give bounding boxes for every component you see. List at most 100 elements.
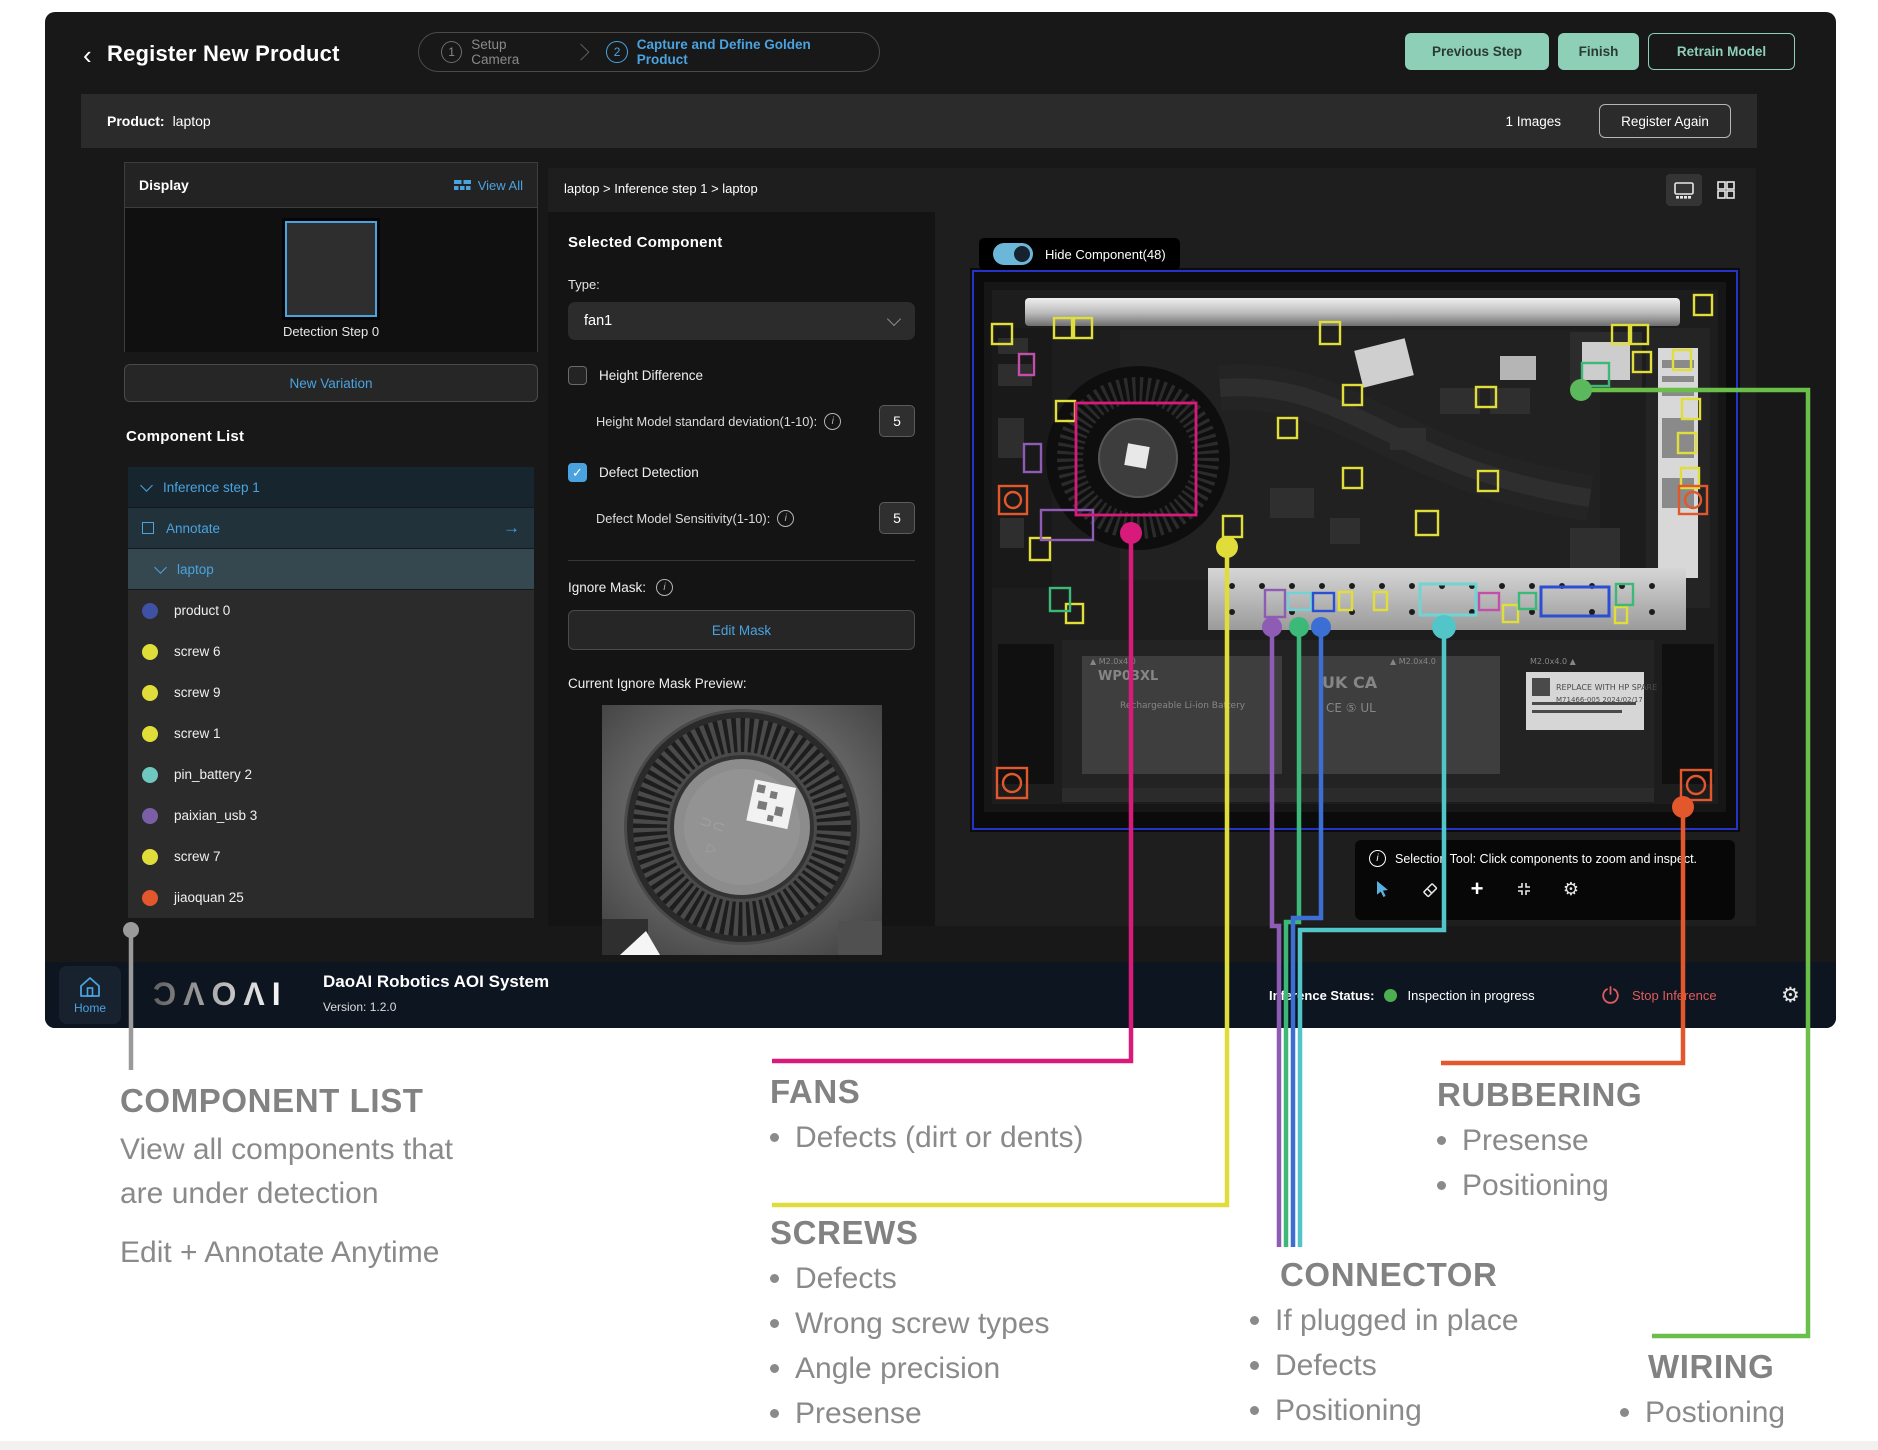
annotation-bullet: Presense: [770, 1391, 1050, 1436]
type-label: Type:: [568, 277, 915, 292]
step-capture-define[interactable]: 2 Capture and Define Golden Product: [606, 37, 857, 67]
info-icon[interactable]: i: [656, 579, 673, 596]
inference-status-value: Inspection in progress: [1407, 988, 1534, 1003]
annotation-line: are under detection: [120, 1172, 590, 1216]
grid-view-button[interactable]: [1708, 174, 1744, 206]
hide-component-label: Hide Component(48): [1045, 247, 1166, 262]
new-variation-button[interactable]: New Variation: [124, 364, 538, 402]
step-separator-chevron: [572, 44, 589, 61]
thumbnail-caption: Detection Step 0: [283, 324, 379, 339]
component-color-dot: [142, 767, 158, 783]
component-list-item[interactable]: jiaoquan 25: [128, 877, 534, 918]
annotation-extra-line: Edit + Annotate Anytime: [120, 1236, 590, 1270]
ignore-mask-label: Ignore Mask:: [568, 580, 646, 595]
annotation-component-list: COMPONENT LIST View all components thata…: [120, 1082, 590, 1270]
annotation-bullet: Defects (dirt or dents): [770, 1115, 1083, 1160]
annotation-rubbering: RUBBERING PresensePositioning: [1437, 1076, 1642, 1208]
hide-component-toggle[interactable]: [993, 243, 1033, 265]
step-setup-camera[interactable]: 1 Setup Camera: [441, 37, 555, 67]
register-again-button[interactable]: Register Again: [1599, 104, 1731, 138]
product-value: laptop: [173, 113, 211, 129]
component-list-item[interactable]: paixian_usb 3: [128, 795, 534, 836]
selected-component-panel: Selected Component Type: fan1 Height Dif…: [548, 212, 935, 926]
settings-gear-icon[interactable]: ⚙: [1781, 983, 1800, 1008]
defect-detection-checkbox[interactable]: ✓: [568, 463, 587, 482]
step-number-1: 1: [441, 41, 462, 63]
svg-text:M2.0x4.0 ▲: M2.0x4.0 ▲: [1530, 657, 1577, 666]
svg-text:CE ⑤ UL: CE ⑤ UL: [1326, 701, 1376, 715]
component-color-dot: [142, 849, 158, 865]
component-list-item[interactable]: screw 1: [128, 713, 534, 754]
image-viewer: Hide Component(48): [935, 212, 1756, 926]
single-view-button[interactable]: [1666, 174, 1702, 206]
defect-sensitivity-value-field[interactable]: 5: [879, 502, 915, 534]
cursor-tool-button[interactable]: [1373, 879, 1393, 899]
annotation-title: COMPONENT LIST: [120, 1082, 590, 1120]
annotation-bullet: Wrong screw types: [770, 1301, 1050, 1346]
system-version: Version: 1.2.0: [323, 1000, 396, 1014]
previous-step-button[interactable]: Previous Step: [1405, 33, 1549, 70]
component-color-dot: [142, 808, 158, 824]
edit-mask-button[interactable]: Edit Mask: [568, 610, 915, 650]
component-color-dot: [142, 603, 158, 619]
component-item-label: jiaoquan 25: [174, 890, 244, 905]
bullet-dot: [1620, 1408, 1629, 1417]
group-laptop-label: laptop: [177, 562, 214, 577]
step-indicator: 1 Setup Camera 2 Capture and Define Gold…: [418, 32, 880, 72]
bullet-dot: [1250, 1406, 1259, 1415]
retrain-model-button[interactable]: Retrain Model: [1648, 33, 1795, 70]
daoai-logo: ƆΛOΛI: [153, 976, 288, 1013]
home-icon: [78, 976, 102, 998]
component-list-item[interactable]: screw 7: [128, 836, 534, 877]
step-label-2: Capture and Define Golden Product: [637, 37, 857, 67]
height-difference-checkbox[interactable]: [568, 366, 587, 385]
info-icon: i: [1369, 850, 1386, 867]
bullet-dot: [1250, 1361, 1259, 1370]
component-color-dot: [142, 685, 158, 701]
component-list-item[interactable]: product 0: [128, 590, 534, 631]
viewer-settings-button[interactable]: ⚙: [1561, 879, 1581, 899]
collapse-arrows-icon: [1515, 880, 1533, 898]
back-chevron-icon[interactable]: ‹: [83, 42, 92, 68]
selection-tool-hint: Selection Tool: Click components to zoom…: [1395, 852, 1697, 866]
annotation-bullet: Positioning: [1250, 1388, 1519, 1433]
detection-step-thumbnail[interactable]: [285, 221, 377, 317]
bullet-dot: [770, 1274, 779, 1283]
svg-text:WP03XL: WP03XL: [1098, 669, 1158, 684]
height-std-value-field[interactable]: 5: [879, 405, 915, 437]
eraser-tool-button[interactable]: [1420, 879, 1440, 899]
component-item-label: screw 6: [174, 644, 221, 659]
chevron-down-icon: [887, 312, 901, 326]
defect-detection-label: Defect Detection: [599, 465, 699, 480]
group-laptop[interactable]: laptop: [128, 549, 534, 589]
view-all-button[interactable]: View All: [454, 178, 523, 193]
group-inference-step[interactable]: Inference step 1: [128, 467, 534, 507]
info-icon[interactable]: i: [824, 413, 841, 430]
divider: [568, 560, 915, 561]
component-list-item[interactable]: screw 6: [128, 631, 534, 672]
finish-button[interactable]: Finish: [1558, 33, 1639, 70]
fit-view-tool-button[interactable]: [1514, 879, 1534, 899]
component-list-item[interactable]: screw 9: [128, 672, 534, 713]
pcb-inspection-image[interactable]: WP03XL Rechargeable Li-ion Battery UK CA…: [970, 268, 1740, 832]
info-icon[interactable]: i: [777, 510, 794, 527]
cursor-icon: [1375, 880, 1391, 898]
component-item-label: product 0: [174, 603, 230, 618]
home-label: Home: [74, 1001, 106, 1015]
component-list-item[interactable]: pin_battery 2: [128, 754, 534, 795]
annotate-row[interactable]: Annotate →: [128, 508, 534, 548]
type-select[interactable]: fan1: [568, 302, 915, 340]
arrow-right-icon[interactable]: →: [503, 522, 520, 534]
display-panel-title: Display: [139, 177, 189, 193]
annotation-title: RUBBERING: [1437, 1076, 1642, 1114]
stop-inference-button[interactable]: Stop Inference: [1601, 962, 1717, 1028]
status-green-dot: [1384, 989, 1397, 1002]
zoom-in-tool-button[interactable]: +: [1467, 879, 1487, 899]
annotation-bullet: Defects: [770, 1256, 1050, 1301]
home-button[interactable]: Home: [59, 966, 121, 1024]
inference-status-label: Inference Status:: [1269, 988, 1374, 1003]
hide-component-pill: Hide Component(48): [979, 238, 1180, 270]
view-all-label: View All: [478, 178, 523, 193]
step-label-1: Setup Camera: [471, 37, 555, 67]
bottom-nav-bar: Home ƆΛOΛI DaoAI Robotics AOI System Ver…: [45, 962, 1836, 1028]
